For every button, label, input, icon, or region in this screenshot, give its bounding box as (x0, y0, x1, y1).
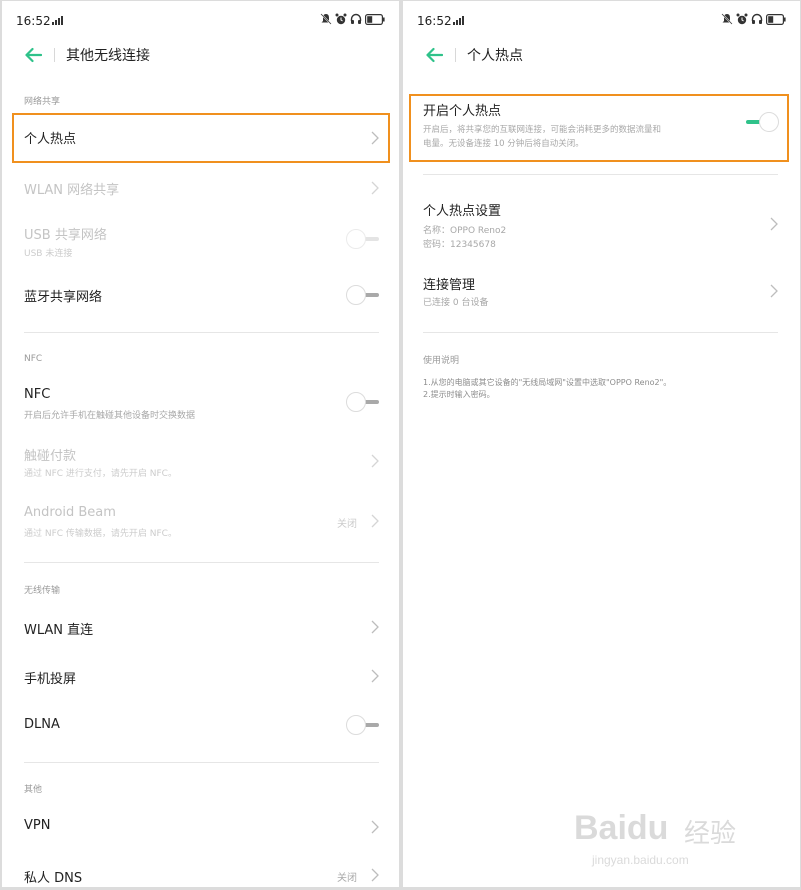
status-bar: 16:52 (2, 1, 399, 43)
connection-manage-sub: 已连接 0 台设备 (423, 298, 489, 308)
wlan-direct-title: WLAN 直连 (24, 623, 94, 638)
android-beam-value: 关闭 (337, 519, 357, 530)
dlna-toggle[interactable] (345, 714, 381, 736)
app-bar-divider (455, 48, 456, 62)
chevron-right-icon (371, 620, 379, 634)
dlna-row[interactable]: DLNA (2, 702, 399, 748)
wlan-direct-row[interactable]: WLAN 直连 (2, 604, 399, 650)
watermark-url: jingyan.baidu.com (592, 853, 689, 867)
bt-share-title: 蓝牙共享网络 (24, 290, 103, 305)
status-time: 16:52 (417, 14, 452, 28)
chevron-right-icon (371, 514, 379, 528)
chevron-right-icon (371, 669, 379, 683)
tap-pay-row[interactable]: 触碰付款 通过 NFC 进行支付，请先开启 NFC。 (2, 438, 399, 488)
hotspot-name: 名称：OPPO Reno2 (423, 226, 507, 236)
usage-instructions: 1.从您的电脑或其它设备的"无线局域网"设置中选取"OPPO Reno2"。 2… (423, 377, 671, 401)
vpn-title: VPN (24, 818, 51, 833)
battery-icon (766, 13, 786, 25)
usb-share-sub: USB 未连接 (24, 249, 73, 259)
page-title: 其他无线连接 (66, 48, 150, 64)
alarm-icon (736, 13, 748, 25)
bell-off-icon (320, 13, 332, 25)
private-dns-value: 关闭 (337, 873, 357, 884)
section-header-nfc: NFC (24, 354, 43, 364)
nfc-toggle[interactable] (345, 391, 381, 413)
divider (24, 562, 379, 563)
headphones-icon (350, 13, 362, 24)
status-bar: 16:52 (403, 1, 800, 43)
status-time: 16:52 (16, 14, 51, 28)
hotspot-password: 密码：12345678 (423, 240, 496, 250)
bt-share-toggle[interactable] (345, 284, 381, 306)
baidu-watermark: Baidu 经验 jingyan.baidu.com (574, 799, 754, 879)
divider (24, 332, 379, 333)
section-header-casting: 无线传输 (24, 586, 61, 596)
private-dns-title: 私人 DNS (24, 871, 83, 886)
dlna-title: DLNA (24, 717, 60, 732)
tap-pay-title: 触碰付款 (24, 449, 77, 464)
section-header-other: 其他 (24, 785, 43, 795)
app-bar: 其他无线连接 (2, 43, 399, 67)
chevron-right-icon (371, 868, 379, 882)
chevron-right-icon (770, 284, 778, 298)
wlan-share-row[interactable]: WLAN 网络共享 (2, 166, 399, 210)
nfc-title: NFC (24, 387, 51, 402)
divider (423, 174, 778, 175)
chevron-right-icon (770, 217, 778, 231)
usage-line-1: 1.从您的电脑或其它设备的"无线局域网"设置中选取"OPPO Reno2"。 (423, 378, 672, 387)
android-beam-sub: 通过 NFC 传输数据，请先开启 NFC。 (24, 529, 177, 539)
chevron-right-icon (371, 181, 379, 195)
hotspot-settings-row[interactable]: 个人热点设置 名称：OPPO Reno2 密码：12345678 (403, 195, 800, 255)
connection-manage-title: 连接管理 (423, 278, 476, 293)
connection-manage-row[interactable]: 连接管理 已连接 0 台设备 (403, 269, 800, 313)
chevron-right-icon (371, 454, 379, 468)
nfc-row[interactable]: NFC 开启后允许手机在触碰其他设备时交换数据 (2, 379, 399, 429)
nfc-sub: 开启后允许手机在触碰其他设备时交换数据 (24, 411, 196, 421)
left-screen: 16:52 其他无线连接 网络共享 个人热点 WLAN 网络共享 USB 共享网… (2, 1, 399, 887)
chevron-right-icon (371, 820, 379, 834)
bt-share-row[interactable]: 蓝牙共享网络 (2, 271, 399, 317)
back-arrow-icon[interactable] (425, 47, 443, 63)
usb-share-title: USB 共享网络 (24, 228, 107, 243)
bell-off-icon (721, 13, 733, 25)
right-screen: 16:52 个人热点 开启个人热点 开启后，将共享您的互联网连接，可能会消耗更多… (403, 1, 800, 887)
headphones-icon (751, 13, 763, 24)
vpn-row[interactable]: VPN (2, 804, 399, 850)
tap-pay-sub: 通过 NFC 进行支付，请先开启 NFC。 (24, 469, 177, 479)
usb-share-row[interactable]: USB 共享网络 USB 未连接 (2, 214, 399, 264)
signal-icon (453, 16, 464, 25)
usage-header: 使用说明 (423, 356, 460, 366)
back-arrow-icon[interactable] (24, 47, 42, 63)
status-icons (721, 13, 786, 25)
section-header-tethering: 网络共享 (24, 97, 61, 107)
divider (24, 762, 379, 763)
app-bar-divider (54, 48, 55, 62)
watermark-brand: Baidu (574, 809, 669, 847)
alarm-icon (335, 13, 347, 25)
highlight-box (12, 113, 390, 163)
highlight-box (409, 94, 789, 162)
usb-share-toggle[interactable] (345, 228, 381, 250)
screen-cast-title: 手机投屏 (24, 672, 77, 687)
wlan-share-title: WLAN 网络共享 (24, 183, 120, 198)
watermark-brand-cn: 经验 (684, 819, 737, 849)
android-beam-row[interactable]: Android Beam 通过 NFC 传输数据，请先开启 NFC。 关闭 (2, 498, 399, 548)
signal-icon (52, 16, 63, 25)
divider (423, 332, 778, 333)
app-bar: 个人热点 (403, 43, 800, 67)
status-icons (320, 13, 385, 25)
usage-line-2: 2.提示时输入密码。 (423, 390, 495, 399)
android-beam-title: Android Beam (24, 505, 116, 520)
battery-icon (365, 13, 385, 25)
hotspot-settings-title: 个人热点设置 (423, 204, 502, 219)
page-title: 个人热点 (467, 48, 523, 64)
screen-cast-row[interactable]: 手机投屏 (2, 653, 399, 699)
private-dns-row[interactable]: 私人 DNS 关闭 (2, 853, 399, 887)
